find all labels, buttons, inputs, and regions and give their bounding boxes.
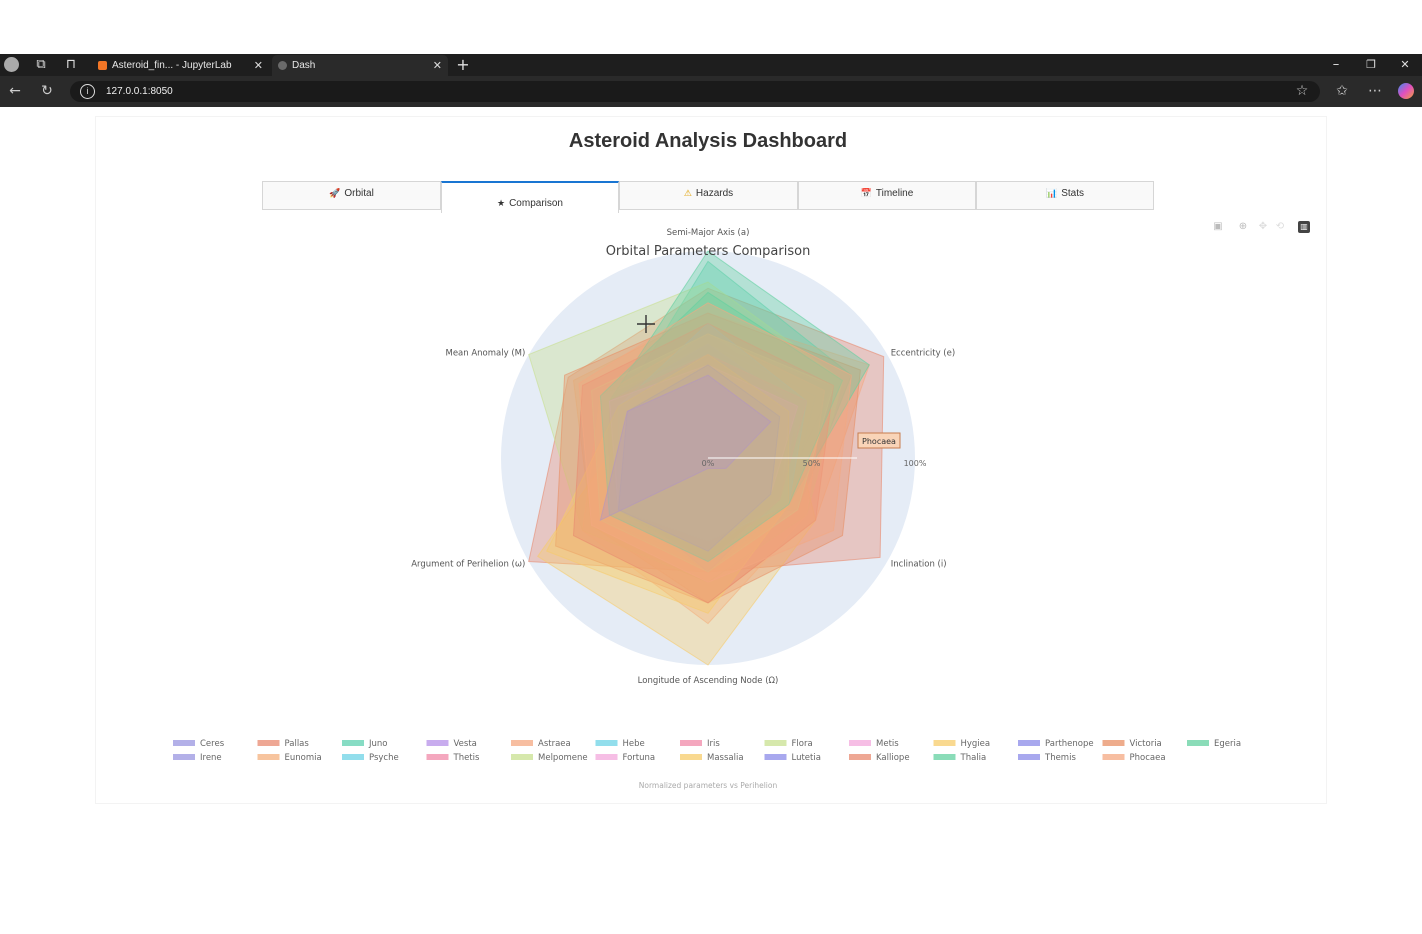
angular-axis-label: Argument of Perihelion (ω) bbox=[411, 560, 525, 570]
legend-item[interactable]: Fortuna bbox=[595, 753, 656, 763]
legend-item[interactable]: Flora bbox=[764, 739, 813, 749]
legend-swatch bbox=[173, 740, 195, 746]
legend-item[interactable]: Thetis bbox=[426, 753, 481, 763]
legend-swatch bbox=[511, 740, 533, 746]
legend-label: Phocaea bbox=[1130, 753, 1166, 763]
legend-swatch bbox=[1018, 754, 1040, 760]
legend-swatch bbox=[1102, 754, 1125, 760]
angular-axis-label: Semi-Major Axis (a) bbox=[667, 228, 750, 238]
legend-swatch bbox=[257, 740, 280, 746]
angular-axis-label: Eccentricity (e) bbox=[891, 349, 956, 359]
legend-item[interactable]: Juno bbox=[342, 739, 387, 749]
legend-label: Massalia bbox=[707, 753, 744, 763]
legend-item[interactable]: Iris bbox=[680, 739, 720, 749]
legend-swatch bbox=[595, 740, 618, 746]
hover-label-text: Phocaea bbox=[862, 437, 896, 446]
legend-label: Thetis bbox=[453, 753, 481, 763]
legend-label: Pallas bbox=[285, 739, 310, 749]
legend-label: Egeria bbox=[1214, 739, 1241, 749]
legend-swatch bbox=[342, 740, 364, 746]
legend-item[interactable]: Massalia bbox=[680, 753, 744, 763]
legend-item[interactable]: Themis bbox=[1018, 753, 1076, 763]
legend-label: Melpomene bbox=[538, 753, 588, 763]
legend-swatch bbox=[849, 740, 871, 746]
legend-label: Psyche bbox=[369, 753, 399, 763]
legend-swatch bbox=[933, 740, 956, 746]
legend-swatch bbox=[764, 754, 787, 760]
hover-tooltip: Phocaea bbox=[857, 432, 901, 449]
legend-swatch bbox=[933, 754, 956, 760]
legend-item[interactable]: Lutetia bbox=[764, 753, 821, 763]
legend-swatch bbox=[1018, 740, 1040, 746]
legend-swatch bbox=[511, 754, 533, 760]
legend-label: Juno bbox=[368, 739, 387, 749]
legend-swatch bbox=[173, 754, 195, 760]
legend-label: Iris bbox=[707, 739, 720, 749]
legend-item[interactable]: Vesta bbox=[426, 739, 477, 749]
legend-swatch bbox=[1187, 740, 1209, 746]
legend-item[interactable]: Egeria bbox=[1187, 739, 1241, 749]
radar-chart: 0% 50% 100% Semi-Major Axis (a) Eccentricit… bbox=[173, 228, 1241, 790]
legend-swatch bbox=[764, 740, 787, 746]
legend-label: Parthenope bbox=[1045, 739, 1094, 749]
legend-label: Thalia bbox=[960, 753, 987, 763]
chart-caption: Normalized parameters vs Perihelion bbox=[639, 781, 778, 790]
angular-axis-label: Inclination (i) bbox=[891, 560, 947, 570]
legend-label: Vesta bbox=[454, 739, 477, 749]
legend-label: Kalliope bbox=[876, 753, 910, 763]
legend-label: Irene bbox=[200, 753, 222, 763]
legend-item[interactable]: Astraea bbox=[511, 739, 571, 749]
legend-swatch bbox=[426, 740, 449, 746]
angular-axis-label: Longitude of Ascending Node (Ω) bbox=[638, 676, 779, 686]
legend-label: Victoria bbox=[1130, 739, 1162, 749]
angular-axis-label: Mean Anomaly (M) bbox=[445, 349, 525, 359]
legend-swatch bbox=[680, 754, 702, 760]
legend-item[interactable]: Pallas bbox=[257, 739, 310, 749]
legend-label: Ceres bbox=[200, 739, 225, 749]
radial-tick-label: 100% bbox=[904, 459, 927, 468]
legend-label: Fortuna bbox=[623, 753, 656, 763]
legend-swatch bbox=[426, 754, 449, 760]
legend-item[interactable]: Parthenope bbox=[1018, 739, 1094, 749]
legend: Ceres Pallas Juno Vesta Astraea Hebe Iris Flora… bbox=[173, 739, 1241, 763]
legend-label: Hebe bbox=[623, 739, 645, 749]
legend-swatch bbox=[342, 754, 364, 760]
legend-item[interactable]: Melpomene bbox=[511, 753, 588, 763]
legend-label: Astraea bbox=[538, 739, 571, 749]
chart-title: Orbital Parameters Comparison bbox=[606, 244, 811, 259]
legend-item[interactable]: Thalia bbox=[933, 753, 987, 763]
legend-label: Flora bbox=[792, 739, 813, 749]
legend-item[interactable]: Irene bbox=[173, 753, 222, 763]
legend-item[interactable]: Metis bbox=[849, 739, 899, 749]
legend-item[interactable]: Eunomia bbox=[257, 753, 322, 763]
legend-item[interactable]: Hebe bbox=[595, 739, 645, 749]
radial-tick-label: 0% bbox=[702, 459, 715, 468]
legend-label: Eunomia bbox=[285, 753, 322, 763]
legend-swatch bbox=[257, 754, 280, 760]
legend-item[interactable]: Kalliope bbox=[849, 753, 910, 763]
legend-label: Lutetia bbox=[792, 753, 821, 763]
legend-swatch bbox=[1102, 740, 1125, 746]
legend-item[interactable]: Victoria bbox=[1102, 739, 1162, 749]
legend-label: Themis bbox=[1044, 753, 1076, 763]
legend-item[interactable]: Hygiea bbox=[933, 739, 991, 749]
legend-item[interactable]: Phocaea bbox=[1102, 753, 1166, 763]
legend-item[interactable]: Psyche bbox=[342, 753, 399, 763]
legend-swatch bbox=[595, 754, 618, 760]
legend-swatch bbox=[680, 740, 702, 746]
legend-label: Hygiea bbox=[961, 739, 991, 749]
radial-tick-label: 50% bbox=[803, 459, 821, 468]
legend-label: Metis bbox=[876, 739, 899, 749]
legend-swatch bbox=[849, 754, 871, 760]
legend-item[interactable]: Ceres bbox=[173, 739, 225, 749]
